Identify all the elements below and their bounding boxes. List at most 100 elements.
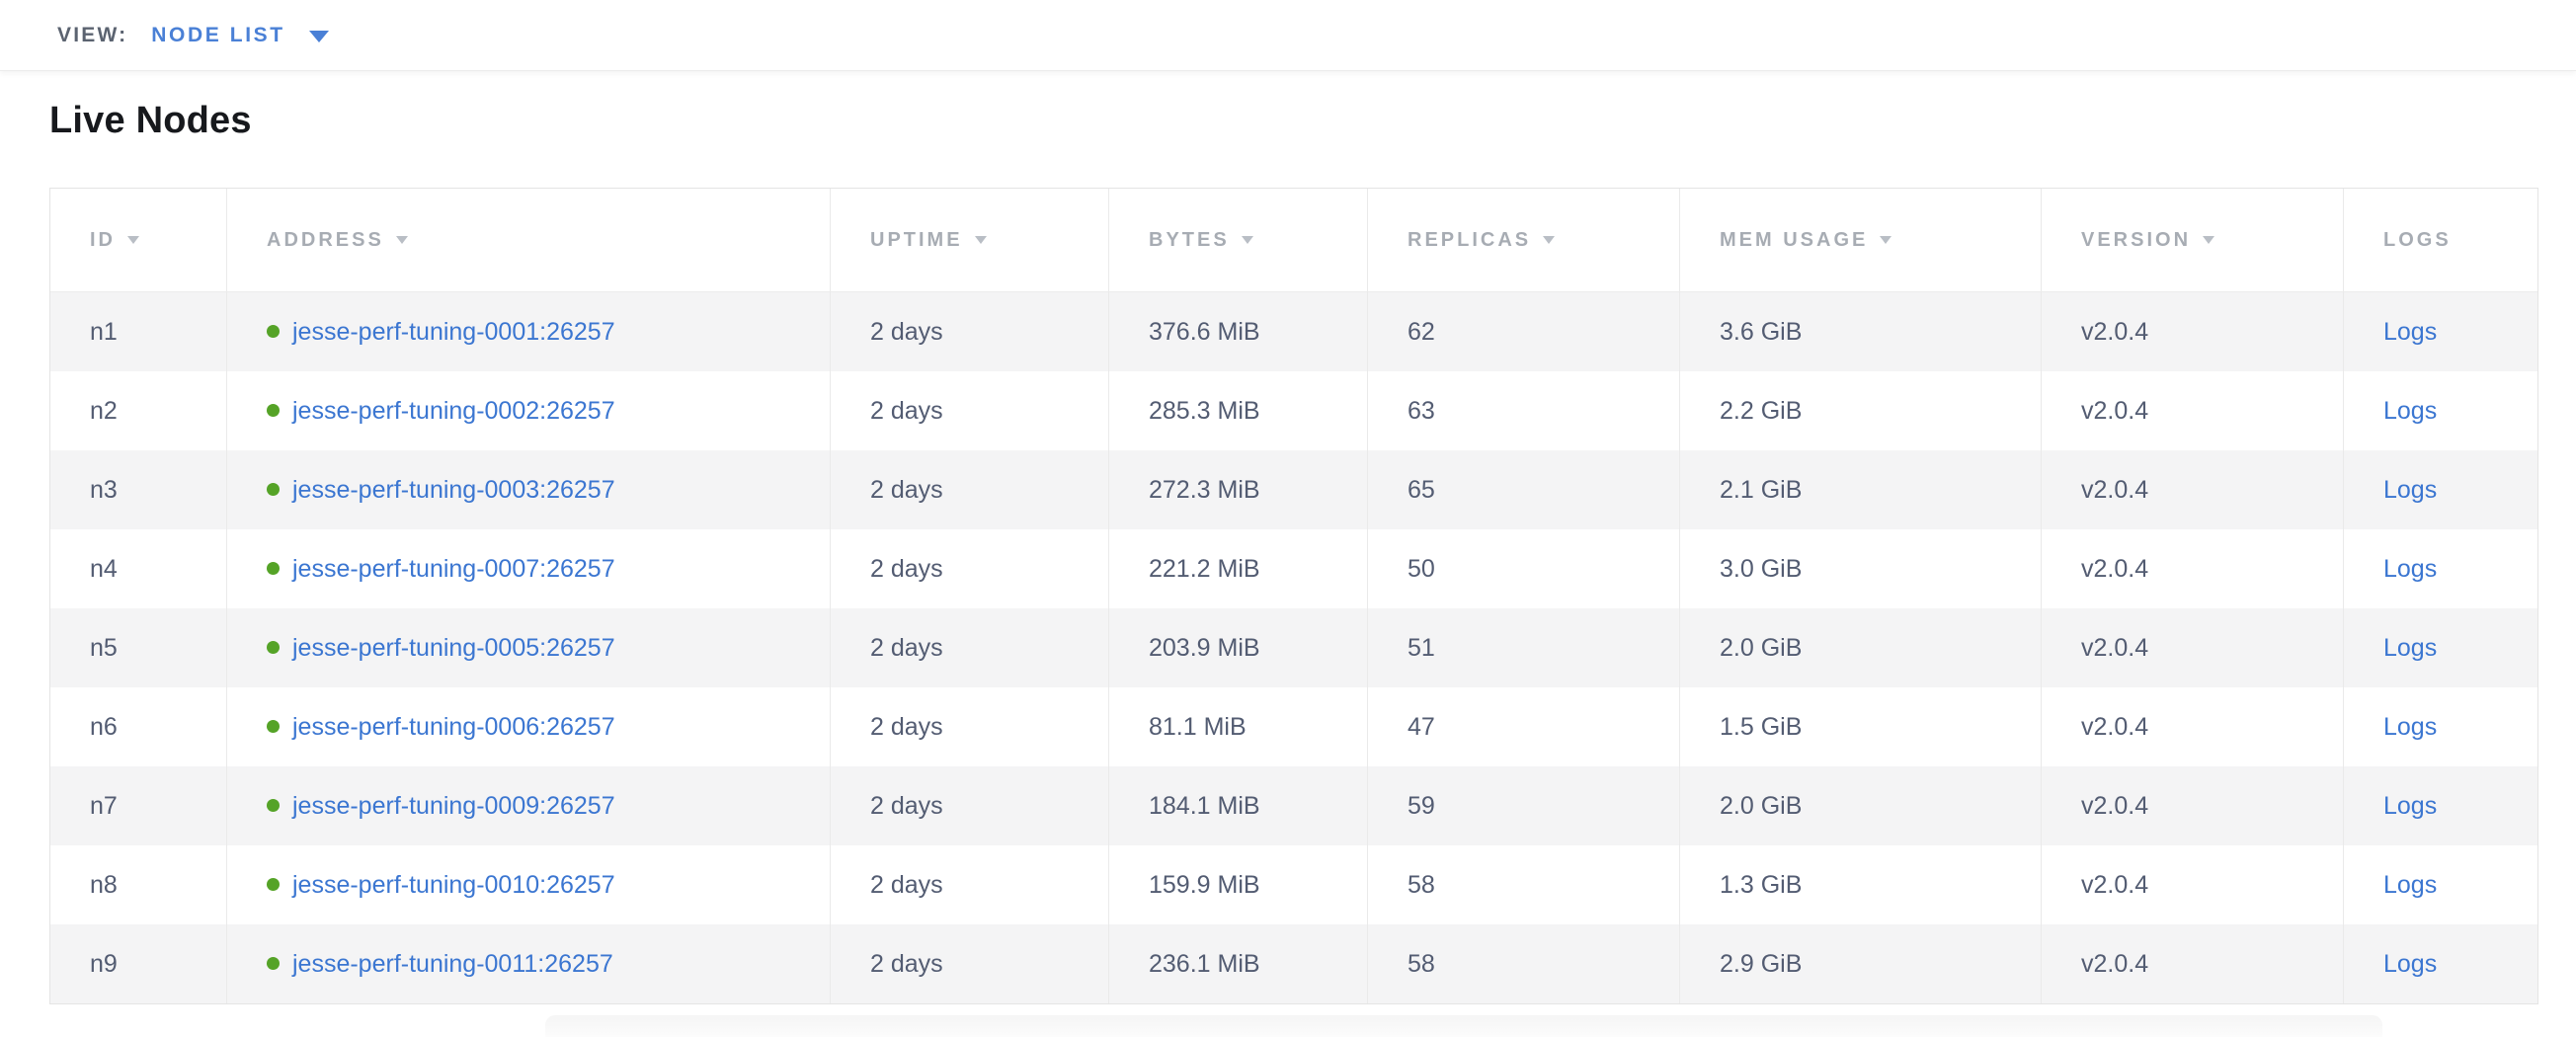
node-id-cell: n4 xyxy=(50,529,227,608)
node-live-status-icon xyxy=(267,957,280,970)
node-mem-usage-cell: 3.0 GiB xyxy=(1680,529,2042,608)
node-uptime-cell: 2 days xyxy=(831,845,1109,924)
node-version-cell: v2.0.4 xyxy=(2042,766,2344,845)
column-header-id[interactable]: ID xyxy=(50,189,227,292)
node-bytes-cell: 81.1 MiB xyxy=(1109,687,1368,766)
node-address-link[interactable]: jesse-perf-tuning-0011:26257 xyxy=(292,950,613,978)
node-logs-cell: Logs xyxy=(2344,371,2537,450)
node-version-cell: v2.0.4 xyxy=(2042,292,2344,371)
node-address-cell: jesse-perf-tuning-0001:26257 xyxy=(227,292,831,371)
node-logs-link[interactable]: Logs xyxy=(2383,476,2437,504)
node-logs-link[interactable]: Logs xyxy=(2383,318,2437,346)
column-header-address[interactable]: ADDRESS xyxy=(227,189,831,292)
node-address-cell: jesse-perf-tuning-0011:26257 xyxy=(227,924,831,1003)
node-address-link[interactable]: jesse-perf-tuning-0002:26257 xyxy=(292,397,615,425)
node-mem-usage-cell: 1.5 GiB xyxy=(1680,687,2042,766)
node-live-status-icon xyxy=(267,325,280,338)
column-header-label: BYTES xyxy=(1149,229,1230,251)
node-bytes-cell: 221.2 MiB xyxy=(1109,529,1368,608)
node-bytes-cell: 184.1 MiB xyxy=(1109,766,1368,845)
node-logs-cell: Logs xyxy=(2344,450,2537,529)
node-replicas-cell: 62 xyxy=(1368,292,1680,371)
column-header-uptime[interactable]: UPTIME xyxy=(831,189,1109,292)
node-address-link[interactable]: jesse-perf-tuning-0006:26257 xyxy=(292,713,615,741)
column-header-bytes[interactable]: BYTES xyxy=(1109,189,1368,292)
node-logs-link[interactable]: Logs xyxy=(2383,634,2437,662)
node-replicas-cell: 65 xyxy=(1368,450,1680,529)
node-id-cell: n8 xyxy=(50,845,227,924)
node-version-cell: v2.0.4 xyxy=(2042,371,2344,450)
node-address-link[interactable]: jesse-perf-tuning-0001:26257 xyxy=(292,318,615,346)
column-header-label: ID xyxy=(90,229,116,251)
column-header-version[interactable]: VERSION xyxy=(2042,189,2344,292)
column-header-label: UPTIME xyxy=(870,229,963,251)
page-title: Live Nodes xyxy=(49,97,2538,144)
node-logs-cell: Logs xyxy=(2344,766,2537,845)
node-logs-link[interactable]: Logs xyxy=(2383,713,2437,741)
view-label: VIEW: xyxy=(57,24,127,47)
node-id-cell: n3 xyxy=(50,450,227,529)
node-bytes-cell: 203.9 MiB xyxy=(1109,608,1368,687)
node-uptime-cell: 2 days xyxy=(831,529,1109,608)
node-version-cell: v2.0.4 xyxy=(2042,529,2344,608)
node-address-link[interactable]: jesse-perf-tuning-0007:26257 xyxy=(292,555,615,583)
table-row: n2 jesse-perf-tuning-0002:26257 2 days 2… xyxy=(50,371,2537,450)
node-logs-link[interactable]: Logs xyxy=(2383,871,2437,899)
node-live-status-icon xyxy=(267,483,280,496)
table-row: n4 jesse-perf-tuning-0007:26257 2 days 2… xyxy=(50,529,2537,608)
node-address-cell: jesse-perf-tuning-0007:26257 xyxy=(227,529,831,608)
table-row: n1 jesse-perf-tuning-0001:26257 2 days 3… xyxy=(50,292,2537,371)
node-logs-link[interactable]: Logs xyxy=(2383,397,2437,425)
node-address-link[interactable]: jesse-perf-tuning-0009:26257 xyxy=(292,792,615,820)
node-version-cell: v2.0.4 xyxy=(2042,450,2344,529)
node-version-cell: v2.0.4 xyxy=(2042,687,2344,766)
live-nodes-section: Live Nodes ID ADDRESS UPTIME BYTES xyxy=(0,97,2576,1004)
table-header-row: ID ADDRESS UPTIME BYTES REPLICAS MEM USA… xyxy=(50,189,2537,292)
node-uptime-cell: 2 days xyxy=(831,687,1109,766)
node-id-cell: n6 xyxy=(50,687,227,766)
view-dropdown-value: NODE LIST xyxy=(151,24,284,47)
node-live-status-icon xyxy=(267,641,280,654)
node-address-cell: jesse-perf-tuning-0006:26257 xyxy=(227,687,831,766)
node-replicas-cell: 50 xyxy=(1368,529,1680,608)
node-address-link[interactable]: jesse-perf-tuning-0003:26257 xyxy=(292,476,615,504)
node-address-cell: jesse-perf-tuning-0005:26257 xyxy=(227,608,831,687)
column-header-label: LOGS xyxy=(2383,229,2452,251)
node-version-cell: v2.0.4 xyxy=(2042,608,2344,687)
node-live-status-icon xyxy=(267,404,280,417)
column-header-mem-usage[interactable]: MEM USAGE xyxy=(1680,189,2042,292)
node-replicas-cell: 59 xyxy=(1368,766,1680,845)
node-address-link[interactable]: jesse-perf-tuning-0005:26257 xyxy=(292,634,615,662)
node-uptime-cell: 2 days xyxy=(831,924,1109,1003)
node-id-cell: n1 xyxy=(50,292,227,371)
node-bytes-cell: 272.3 MiB xyxy=(1109,450,1368,529)
sort-caret-icon xyxy=(127,236,139,244)
column-header-label: VERSION xyxy=(2081,229,2191,251)
node-mem-usage-cell: 2.1 GiB xyxy=(1680,450,2042,529)
node-replicas-cell: 63 xyxy=(1368,371,1680,450)
node-version-cell: v2.0.4 xyxy=(2042,924,2344,1003)
node-mem-usage-cell: 2.0 GiB xyxy=(1680,766,2042,845)
node-logs-link[interactable]: Logs xyxy=(2383,950,2437,978)
node-mem-usage-cell: 3.6 GiB xyxy=(1680,292,2042,371)
node-id-cell: n9 xyxy=(50,924,227,1003)
node-logs-link[interactable]: Logs xyxy=(2383,555,2437,583)
chevron-down-icon xyxy=(309,31,329,42)
node-logs-link[interactable]: Logs xyxy=(2383,792,2437,820)
node-mem-usage-cell: 2.0 GiB xyxy=(1680,608,2042,687)
view-dropdown[interactable]: NODE LIST xyxy=(151,24,328,47)
column-header-replicas[interactable]: REPLICAS xyxy=(1368,189,1680,292)
sort-caret-icon xyxy=(1242,236,1253,244)
node-address-link[interactable]: jesse-perf-tuning-0010:26257 xyxy=(292,871,615,899)
sort-caret-icon xyxy=(1880,236,1892,244)
node-bytes-cell: 285.3 MiB xyxy=(1109,371,1368,450)
table-row: n7 jesse-perf-tuning-0009:26257 2 days 1… xyxy=(50,766,2537,845)
node-replicas-cell: 58 xyxy=(1368,924,1680,1003)
node-live-status-icon xyxy=(267,720,280,733)
view-selector-bar: VIEW: NODE LIST xyxy=(0,0,2576,71)
sort-caret-icon xyxy=(396,236,408,244)
node-live-status-icon xyxy=(267,878,280,891)
node-bytes-cell: 159.9 MiB xyxy=(1109,845,1368,924)
node-mem-usage-cell: 2.2 GiB xyxy=(1680,371,2042,450)
table-row: n9 jesse-perf-tuning-0011:26257 2 days 2… xyxy=(50,924,2537,1003)
